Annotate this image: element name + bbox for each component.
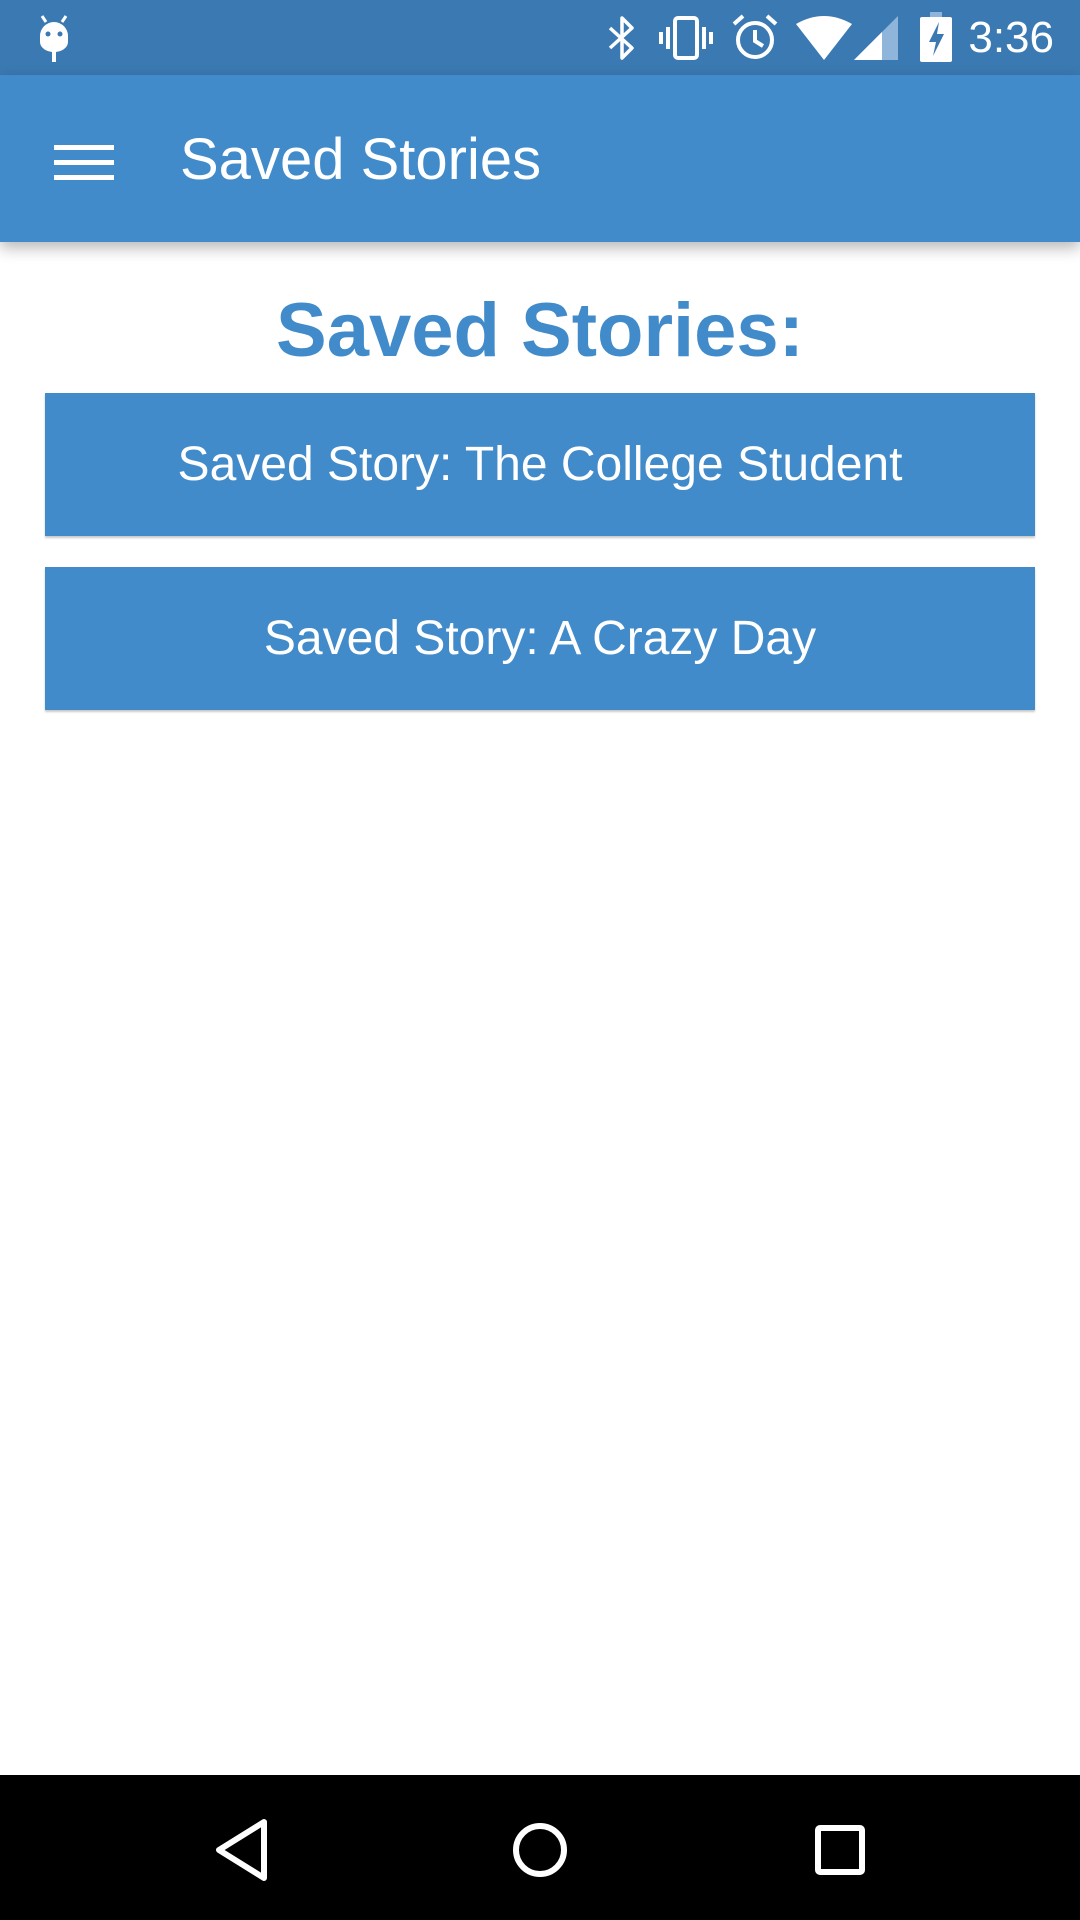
navigation-bar — [0, 1775, 1080, 1920]
android-debug-icon — [40, 15, 68, 62]
battery-charging-icon — [920, 12, 952, 62]
saved-story-button[interactable]: Saved Story: The College Student — [45, 393, 1035, 536]
wifi-icon — [796, 16, 852, 60]
status-bar: 3:36 — [0, 0, 1080, 75]
cell-signal-icon — [854, 16, 898, 60]
content-area: Saved Stories: Saved Story: The College … — [0, 242, 1080, 1775]
hamburger-menu-icon[interactable] — [30, 113, 138, 209]
alarm-icon — [732, 14, 778, 59]
page-heading: Saved Stories: — [276, 288, 804, 373]
status-time: 3:36 — [968, 13, 1054, 62]
bluetooth-icon — [608, 16, 634, 60]
app-title: Saved Stories — [180, 127, 542, 192]
back-icon[interactable] — [186, 1795, 296, 1905]
saved-story-button[interactable]: Saved Story: A Crazy Day — [45, 567, 1035, 710]
recents-icon[interactable] — [785, 1795, 895, 1905]
app-bar: Saved Stories — [0, 75, 1080, 242]
home-icon[interactable] — [485, 1795, 595, 1905]
vibrate-icon — [659, 16, 713, 60]
